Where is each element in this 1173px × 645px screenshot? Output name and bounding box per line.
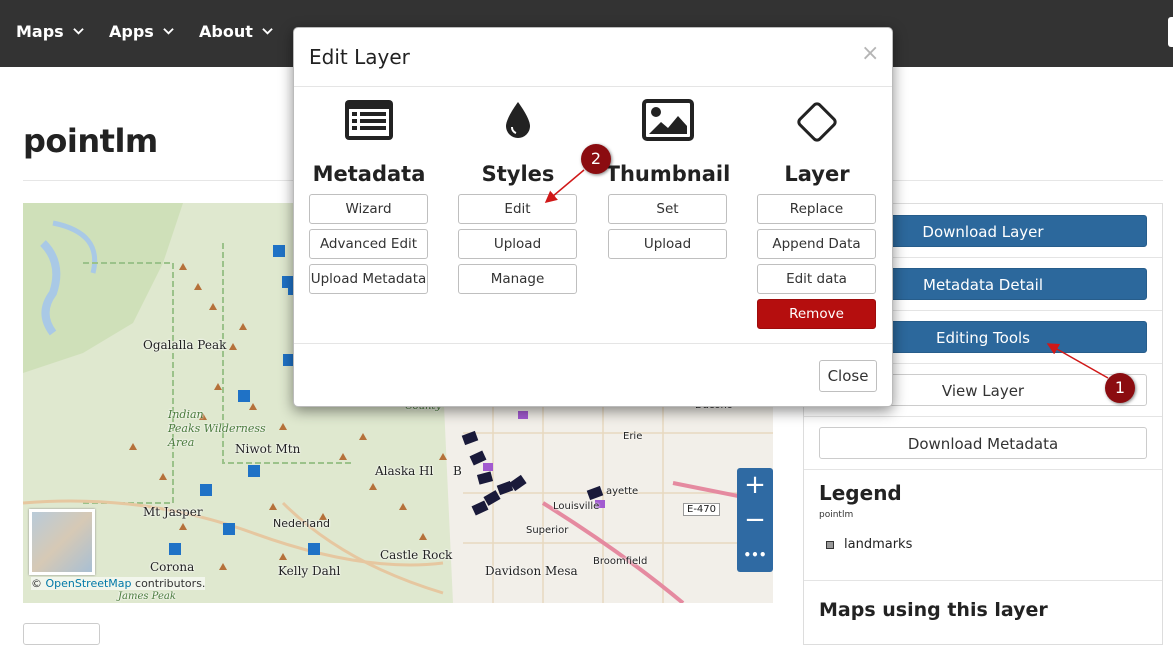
nav-maps-label: Maps [16,22,64,41]
map-label: Kelly Dahl [278,564,341,578]
map-controls: + − ••• [737,468,773,572]
map-label: Mt Jasper [143,505,203,519]
upload-metadata-button[interactable]: Upload Metadata [309,264,428,294]
nav-about[interactable]: About [199,22,273,41]
legend-title: Legend [819,481,902,505]
nav-apps-label: Apps [109,22,154,41]
map-label: Alaska Hl [375,464,434,478]
osm-link[interactable]: OpenStreetMap [46,577,132,590]
list-icon [294,98,444,158]
edit-style-button[interactable]: Edit [458,194,577,224]
download-metadata-button[interactable]: Download Metadata [819,427,1147,459]
annotation-badge: 2 [581,144,611,174]
column-heading: Thumbnail [605,162,731,186]
nav-maps[interactable]: Maps [16,22,84,41]
set-thumbnail-button[interactable]: Set [608,194,727,224]
close-button[interactable]: Close [819,360,877,392]
minimap-toggle[interactable] [29,509,95,575]
map-label: Peaks Wilderness [168,422,266,435]
zoom-in-button[interactable]: + [737,468,773,502]
modal-title: Edit Layer [309,45,410,69]
map-label: Louisville [553,501,600,512]
edit-layer-modal: Edit Layer × Metadata Wizard Advanced Ed… [293,27,893,407]
map-attribution: © OpenStreetMap contributors. [31,577,206,590]
bottom-button[interactable] [23,623,100,645]
legend-item: landmarks [826,537,912,552]
column-heading: Layer [784,162,850,186]
map-label: Niwot Mtn [235,442,301,456]
chevron-down-icon [72,28,84,35]
map-label: B [453,464,462,478]
map-label: Davidson Mesa [485,564,578,578]
column-heading: Styles [481,162,555,186]
chevron-down-icon [163,28,174,35]
nav-about-label: About [199,22,253,41]
append-data-button[interactable]: Append Data [757,229,876,259]
legend-swatch [826,540,834,549]
remove-layer-button[interactable]: Remove [757,299,876,329]
column-heading: Metadata [312,162,426,186]
map-label: Superior [526,525,569,536]
map-label: E-470 [683,503,721,516]
divider [294,343,892,344]
advanced-edit-button[interactable]: Advanced Edit [309,229,428,259]
map-label: Castle Rock [380,548,453,562]
zoom-out-button[interactable]: − [737,503,773,537]
maps-using-layer-title: Maps using this layer [819,599,1048,621]
sidebar-row: Download Metadata [804,416,1162,470]
map-label: Ogalalla Peak [143,338,227,352]
divider [804,579,1162,581]
map-label: Corona [150,560,195,574]
annotation-badge: 1 [1105,373,1135,403]
nav-search-box[interactable] [1168,17,1173,47]
image-icon [593,98,743,158]
chevron-down-icon [262,28,273,35]
map-label: Erie [623,431,643,442]
more-options-button[interactable]: ••• [737,538,773,572]
copyright-symbol: © [31,577,42,590]
legend-layer-name: pointlm [819,510,854,520]
upload-thumbnail-button[interactable]: Upload [608,229,727,259]
map-label: Area [168,436,195,449]
nav-apps[interactable]: Apps [109,22,174,41]
droplet-icon [443,98,593,158]
diamond-icon [742,98,892,158]
map-label: Indian [168,408,204,421]
metadata-wizard-button[interactable]: Wizard [309,194,428,224]
edit-data-button[interactable]: Edit data [757,264,876,294]
legend-item-label: landmarks [844,537,913,552]
map-label: ayette [606,486,639,497]
manage-styles-button[interactable]: Manage [458,264,577,294]
map-label: Broomfield [593,556,648,567]
page-title: pointlm [23,122,158,160]
divider [294,86,892,87]
replace-layer-button[interactable]: Replace [757,194,876,224]
close-icon[interactable]: × [861,41,879,66]
map-label: Nederland [273,517,331,530]
map-label: James Peak [118,591,176,602]
attribution-text: contributors. [131,577,206,590]
upload-style-button[interactable]: Upload [458,229,577,259]
